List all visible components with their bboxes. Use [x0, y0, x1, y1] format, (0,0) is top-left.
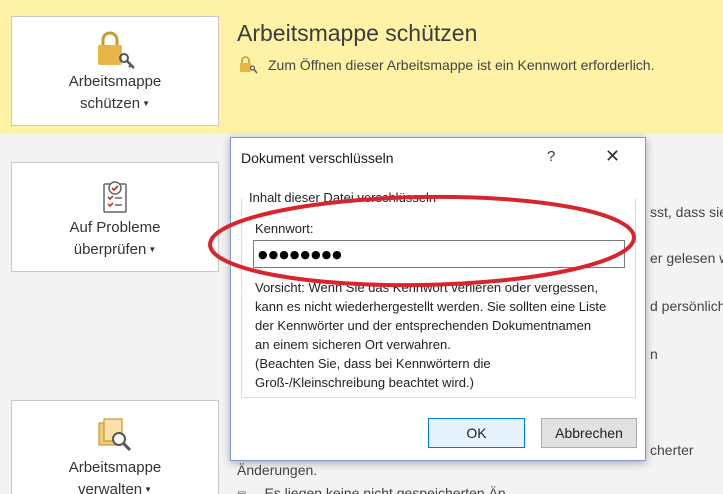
section-description-text: Zum Öffnen dieser Arbeitsmappe ist ein K…	[268, 57, 655, 73]
bg-text-fragment: n	[650, 346, 658, 362]
checklist-icon	[103, 181, 127, 213]
ok-button[interactable]: OK	[428, 418, 525, 448]
help-icon[interactable]: ?	[547, 148, 555, 165]
lock-key-icon	[98, 31, 135, 69]
chevron-down-icon: ▼	[142, 99, 150, 108]
chevron-down-icon: ▼	[144, 485, 153, 494]
cancel-button[interactable]: Abbrechen	[541, 418, 637, 448]
password-field-value: ●●●●●●●●	[258, 247, 343, 261]
document-small-icon: ▤	[237, 490, 246, 494]
bg-text-fragment: ▤ Es liegen keine nicht gespeicherten Än	[237, 485, 506, 494]
warning-line: Vorsicht: Wenn Sie das Kennwort verliere…	[255, 280, 598, 295]
bg-text-fragment: cherter	[650, 442, 694, 458]
bg-text-fragment-7: Es liegen keine nicht gespeicherten Än	[264, 485, 506, 494]
lock-key-small-icon	[240, 56, 258, 74]
close-icon[interactable]: ✕	[605, 146, 620, 167]
warning-line: Groß-/Kleinschreibung beachtet wird.)	[255, 375, 474, 390]
section-title: Arbeitsmappe schützen	[237, 20, 478, 46]
check-issues-button[interactable]: Auf Probleme überprüfen ▼	[11, 162, 219, 272]
bg-text-fragment: d persönlich	[650, 298, 723, 314]
warning-line: kann es nicht wiederhergestellt werden. …	[255, 299, 607, 314]
backstage-info-page: Arbeitsmappe schützen ▼ Arbeitsmappe schü…	[0, 0, 723, 494]
protect-button-label-2: schützen ▼	[80, 93, 150, 115]
manage-button-label-1: Arbeitsmappe	[68, 459, 162, 476]
protect-button-label-2-text: schützen	[80, 95, 141, 112]
warning-text: Vorsicht: Wenn Sie das Kennwort verliere…	[255, 278, 630, 392]
chevron-down-icon: ▼	[148, 245, 157, 254]
protect-workbook-button[interactable]: Arbeitsmappe schützen ▼	[11, 16, 219, 126]
bg-text-fragment: er gelesen w	[650, 250, 723, 266]
protect-button-label-1: Arbeitsmappe	[68, 73, 162, 90]
bg-text-fragment: sst, dass sie	[650, 204, 723, 220]
check-button-label-1: Auf Probleme	[69, 219, 161, 236]
warning-line: (Beachten Sie, dass bei Kennwörtern die	[255, 356, 491, 371]
check-button-label-2-text: überprüfen	[73, 241, 147, 258]
manage-button-label-2-text: verwalten	[77, 481, 143, 494]
section-description: Zum Öffnen dieser Arbeitsmappe ist ein K…	[238, 56, 654, 74]
encrypt-document-dialog: Dokument verschlüsseln ? ✕ Inhalt dieser…	[230, 137, 646, 461]
warning-line: der Kennwörter und der entsprechenden Do…	[255, 318, 592, 333]
check-button-label-2: überprüfen ▼	[74, 239, 156, 261]
password-label: Kennwort:	[255, 221, 314, 236]
warning-line: an einem sicheren Ort verwahren.	[255, 337, 451, 352]
dialog-title: Dokument verschlüsseln	[241, 150, 394, 166]
password-field[interactable]: ●●●●●●●●	[253, 240, 625, 268]
bg-text-fragment: Änderungen.	[237, 462, 318, 478]
documents-search-icon	[98, 418, 132, 452]
manage-workbook-button[interactable]: Arbeitsmappe verwalten ▼	[11, 400, 219, 494]
group-label: Inhalt dieser Datei verschlüsseln	[249, 190, 441, 205]
manage-button-label-2: verwalten ▼	[78, 479, 152, 494]
